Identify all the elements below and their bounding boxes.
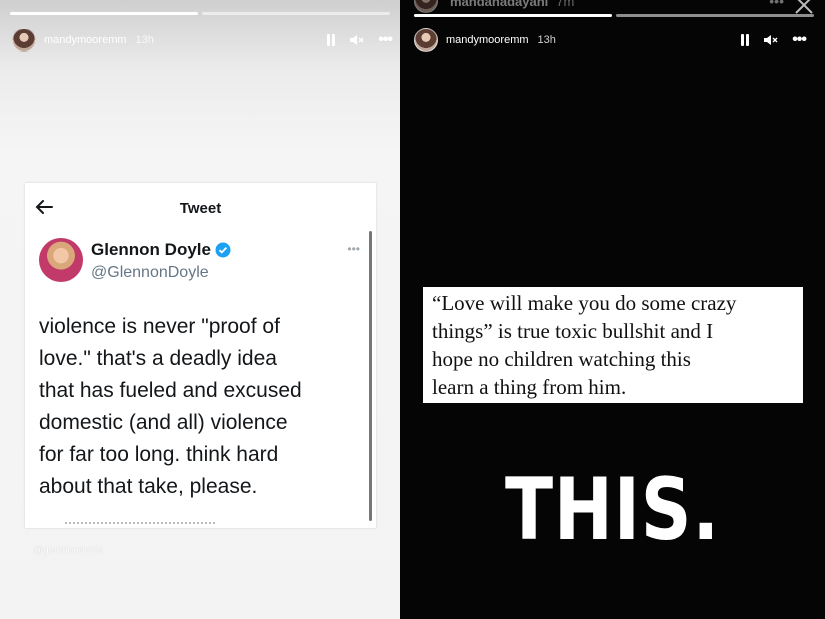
mute-button[interactable] — [350, 34, 364, 46]
tweet-text-line: for far too long. think hard — [39, 443, 279, 466]
tweet-author-avatar — [39, 238, 83, 282]
avatar[interactable] — [414, 28, 438, 52]
pause-icon — [740, 34, 750, 46]
story-time: 13h — [537, 34, 556, 46]
tweet-text-line: that has fueled and excused — [39, 379, 302, 402]
previous-story-username: mandanadayani — [450, 0, 549, 9]
progress-segment — [616, 14, 814, 17]
tweet-author: Glennon Doyle — [91, 240, 231, 260]
tweet-text-line: about that take, please. — [39, 475, 258, 498]
tweet-text-line: love." that's a deadly idea — [39, 347, 277, 370]
story-time: 13h — [135, 34, 154, 46]
tweet-text-line: domestic (and all) violence — [39, 411, 288, 434]
quote-line: hope no children watching this — [432, 347, 691, 371]
tweet-author-name: Glennon Doyle — [91, 240, 211, 259]
speaker-muted-icon — [764, 35, 778, 45]
story-username[interactable]: mandymooremm — [446, 34, 529, 46]
mute-button[interactable] — [764, 34, 778, 46]
progress-segment — [10, 12, 198, 15]
tweet-author-handle: @GlennonDoyle — [91, 264, 209, 281]
tweet-more-icon: ••• — [347, 242, 360, 256]
tweet-text-line: violence is never "proof of — [39, 315, 280, 338]
tweet-screenshot: Tweet Glennon Doyle @GlennonDoyle ••• vi… — [25, 183, 376, 528]
previous-story-time: 7m — [556, 0, 575, 9]
tweet-heading: Tweet — [179, 200, 222, 217]
story-header: mandymooremm 13h ••• — [414, 28, 807, 52]
story-controls: ••• — [740, 32, 807, 48]
story-progress-bar — [414, 14, 814, 17]
pause-button[interactable] — [740, 34, 750, 46]
pause-icon — [326, 34, 336, 46]
source-watermark: @glennondoyle — [33, 545, 103, 556]
tweet-cut-edge — [65, 522, 215, 526]
more-options-icon[interactable]: ••• — [378, 32, 393, 48]
more-options-icon[interactable]: ••• — [792, 32, 807, 48]
verified-badge-icon — [215, 242, 231, 258]
story-username[interactable]: mandymooremm — [44, 34, 127, 46]
quote-line: things” is true toxic bullshit and I — [432, 319, 714, 343]
tweet-scrollbar — [369, 231, 372, 521]
quote-line: learn a thing from him. — [432, 375, 627, 399]
speaker-muted-icon — [350, 35, 364, 45]
story-controls: ••• — [326, 32, 393, 48]
pause-button[interactable] — [326, 34, 336, 46]
big-caption: THIS. — [504, 460, 721, 560]
story-progress-bar — [10, 12, 390, 15]
avatar — [414, 0, 438, 13]
left-story-panel[interactable]: mandymooremm 13h ••• Tweet Glennon Doyle — [0, 0, 400, 619]
progress-segment — [414, 14, 612, 17]
progress-segment — [202, 12, 390, 15]
previous-story-header: mandanadayani 7m ••• — [414, 0, 814, 13]
right-story-panel[interactable]: mandanadayani 7m ••• mandymooremm 13h ••… — [400, 0, 825, 619]
story-header: mandymooremm 13h ••• — [12, 28, 393, 52]
tweet-text: violence is never "proof of love." that'… — [39, 311, 359, 503]
avatar[interactable] — [12, 28, 36, 52]
more-options-icon: ••• — [769, 0, 784, 9]
tweet-top-bar: Tweet — [25, 183, 376, 231]
quote-text-box: “Love will make you do some crazy things… — [423, 287, 803, 403]
quote-line: “Love will make you do some crazy — [432, 291, 737, 315]
